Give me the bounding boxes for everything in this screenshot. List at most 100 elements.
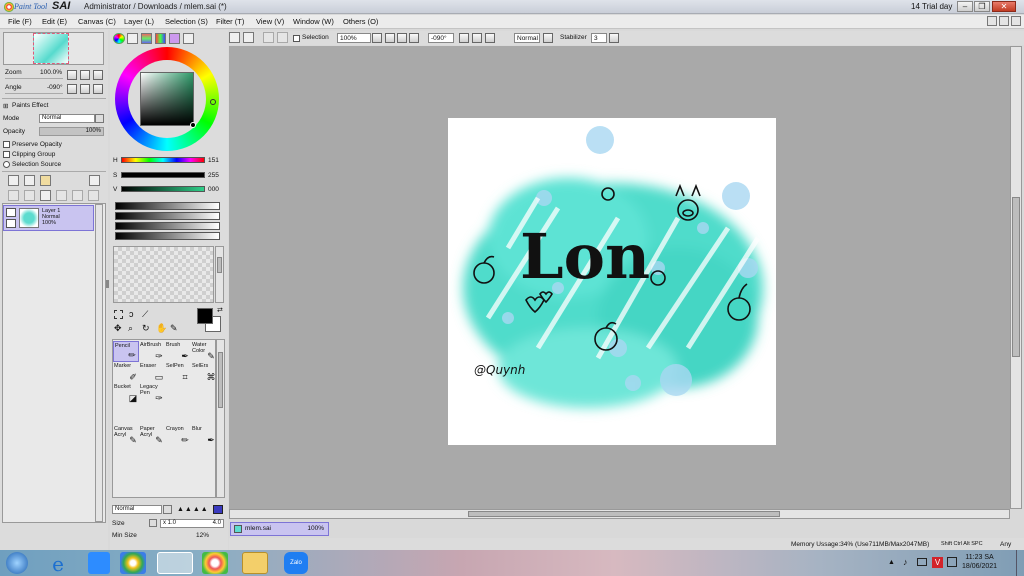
eyedropper-icon[interactable]: ✎: [170, 323, 178, 334]
volume-icon[interactable]: ♪: [903, 557, 908, 567]
zoom-dropdown-icon[interactable]: [372, 33, 382, 43]
hue-slider[interactable]: [121, 157, 205, 163]
mode-dropdown-icon[interactable]: [95, 114, 104, 123]
canvas-vertical-scrollbar[interactable]: [1010, 46, 1022, 509]
tool-marker[interactable]: Marker ✐: [113, 362, 139, 383]
menu-canvas[interactable]: Canvas (C): [78, 17, 116, 26]
mdi-restore-button[interactable]: [999, 16, 1009, 26]
keyboard-icon[interactable]: [947, 557, 957, 567]
tool-eraser[interactable]: Eraser ▭: [139, 362, 165, 383]
gray-gradient-bar-4[interactable]: [115, 232, 220, 240]
menu-selection[interactable]: Selection (S): [165, 17, 208, 26]
selection-source-radio[interactable]: [3, 161, 10, 168]
file-explorer-icon[interactable]: [242, 552, 268, 574]
magic-wand-icon[interactable]: ⟋: [142, 309, 148, 320]
invert-selection-icon[interactable]: [277, 32, 288, 43]
rotate-left-button[interactable]: [67, 84, 77, 94]
layer-option-icon[interactable]: [89, 175, 100, 186]
zoom-field[interactable]: 100%: [337, 33, 371, 43]
zoom-slider[interactable]: [5, 78, 63, 79]
undo-icon[interactable]: [229, 32, 240, 43]
menu-layer[interactable]: Layer (L): [124, 17, 154, 26]
mdi-close-button[interactable]: [1011, 16, 1021, 26]
paints-effect-icon[interactable]: ⊞: [3, 102, 8, 110]
zoom-tool-icon[interactable]: ⌕: [128, 323, 133, 334]
navigator-viewport[interactable]: [33, 33, 69, 64]
network-icon[interactable]: [917, 558, 927, 566]
redo-icon[interactable]: [243, 32, 254, 43]
scratchpad-tab-icon[interactable]: [183, 33, 194, 44]
brush-blend-dropdown-icon[interactable]: [163, 505, 172, 514]
tool-crayon[interactable]: Crayon ✏: [165, 425, 191, 446]
brush-shape-icons[interactable]: ▲▲▲▲: [177, 506, 209, 513]
blend-field[interactable]: Normal: [514, 33, 540, 43]
transfer-down-icon[interactable]: [8, 190, 19, 201]
zalo-icon[interactable]: Zalo: [284, 552, 308, 574]
drawing-canvas[interactable]: Lon @Quynh: [448, 118, 776, 445]
new-layer-icon[interactable]: [8, 175, 19, 186]
brush-shape-selected-icon[interactable]: [213, 505, 223, 514]
panel-resize-handle[interactable]: [106, 280, 109, 288]
eye-icon[interactable]: [6, 208, 16, 217]
toolbar-rotate-right-icon[interactable]: [472, 33, 482, 43]
system-clock[interactable]: 11:23 SA 18/06/2021: [962, 553, 997, 571]
brush-blend-select[interactable]: Normal: [112, 505, 162, 514]
swatches-tab-icon[interactable]: [169, 33, 180, 44]
toolbar-rotate-left-icon[interactable]: [459, 33, 469, 43]
value-slider[interactable]: [121, 186, 205, 192]
toolbar-zoom-in-icon[interactable]: [397, 33, 407, 43]
mode-select[interactable]: Normal: [39, 114, 95, 123]
unlock-layer-icon[interactable]: [88, 190, 99, 201]
scratchpad[interactable]: [113, 246, 214, 303]
deselect-icon[interactable]: [263, 32, 274, 43]
angle-field[interactable]: -090°: [428, 33, 454, 43]
layer-row[interactable]: Layer 1 Normal 100%: [3, 205, 94, 231]
delete-layer-icon[interactable]: [56, 190, 67, 201]
clipping-group-checkbox[interactable]: [3, 151, 10, 158]
saturation-slider[interactable]: [121, 172, 205, 178]
paint-tool-sai-taskbar-icon[interactable]: [157, 552, 193, 574]
size-slider[interactable]: x 1.0 4.0: [160, 519, 224, 528]
menu-file[interactable]: File (F): [8, 17, 32, 26]
show-desktop-button[interactable]: [1016, 550, 1024, 576]
foreground-color-swatch[interactable]: [197, 308, 213, 324]
blend-dropdown-icon[interactable]: [543, 33, 553, 43]
toolbar-zoom-out-icon[interactable]: [385, 33, 395, 43]
preserve-opacity-checkbox[interactable]: [3, 141, 10, 148]
tool-paper-acryl[interactable]: Paper Acryl ✎: [139, 425, 165, 446]
zoom-app-icon[interactable]: [88, 552, 110, 574]
tool-blur[interactable]: Blur ✒: [191, 425, 217, 446]
rect-select-icon[interactable]: [114, 310, 123, 319]
size-multiplier-icon[interactable]: [149, 519, 157, 527]
tool-palette-scrollbar[interactable]: [216, 339, 225, 498]
saturation-value-square[interactable]: [140, 72, 196, 128]
start-button-icon[interactable]: [6, 552, 28, 574]
color-palette-tab-icon[interactable]: [155, 33, 166, 44]
stabilizer-dropdown-icon[interactable]: [609, 33, 619, 43]
close-button[interactable]: ✕: [992, 1, 1016, 12]
vivaldi-tray-icon[interactable]: V: [932, 557, 943, 568]
angle-slider[interactable]: [5, 93, 63, 94]
merge-down-icon[interactable]: [24, 190, 35, 201]
gray-gradient-bar-1[interactable]: [115, 202, 220, 210]
tool-bucket[interactable]: Bucket ◪: [113, 383, 139, 404]
color-wheel-tab-icon[interactable]: [113, 33, 125, 44]
maximize-button[interactable]: ❐: [974, 1, 990, 12]
new-folder-icon[interactable]: [40, 175, 51, 186]
tool-airbrush[interactable]: AirBrush ✑: [139, 341, 165, 362]
lasso-icon[interactable]: ↄ: [129, 309, 134, 319]
minimize-button[interactable]: –: [957, 1, 973, 12]
tool-legacy-pen[interactable]: Legacy Pen ✑: [139, 383, 165, 404]
tool-canvas-acryl[interactable]: Canvas Acryl ✎: [113, 425, 139, 446]
lock-layer-icon[interactable]: [72, 190, 83, 201]
swap-colors-icon[interactable]: ⇄: [217, 306, 223, 314]
tool-selpen[interactable]: SelPen ⌗: [165, 362, 191, 383]
move-icon[interactable]: ✥: [114, 323, 122, 334]
scratchpad-scrollbar[interactable]: [215, 246, 224, 303]
menu-edit[interactable]: Edit (E): [42, 17, 67, 26]
pencil-lock-icon[interactable]: [6, 219, 16, 228]
menu-window[interactable]: Window (W): [293, 17, 334, 26]
clear-layer-icon[interactable]: [40, 190, 51, 201]
stabilizer-field[interactable]: 3: [591, 33, 607, 43]
zoom-out-button[interactable]: [67, 70, 77, 80]
